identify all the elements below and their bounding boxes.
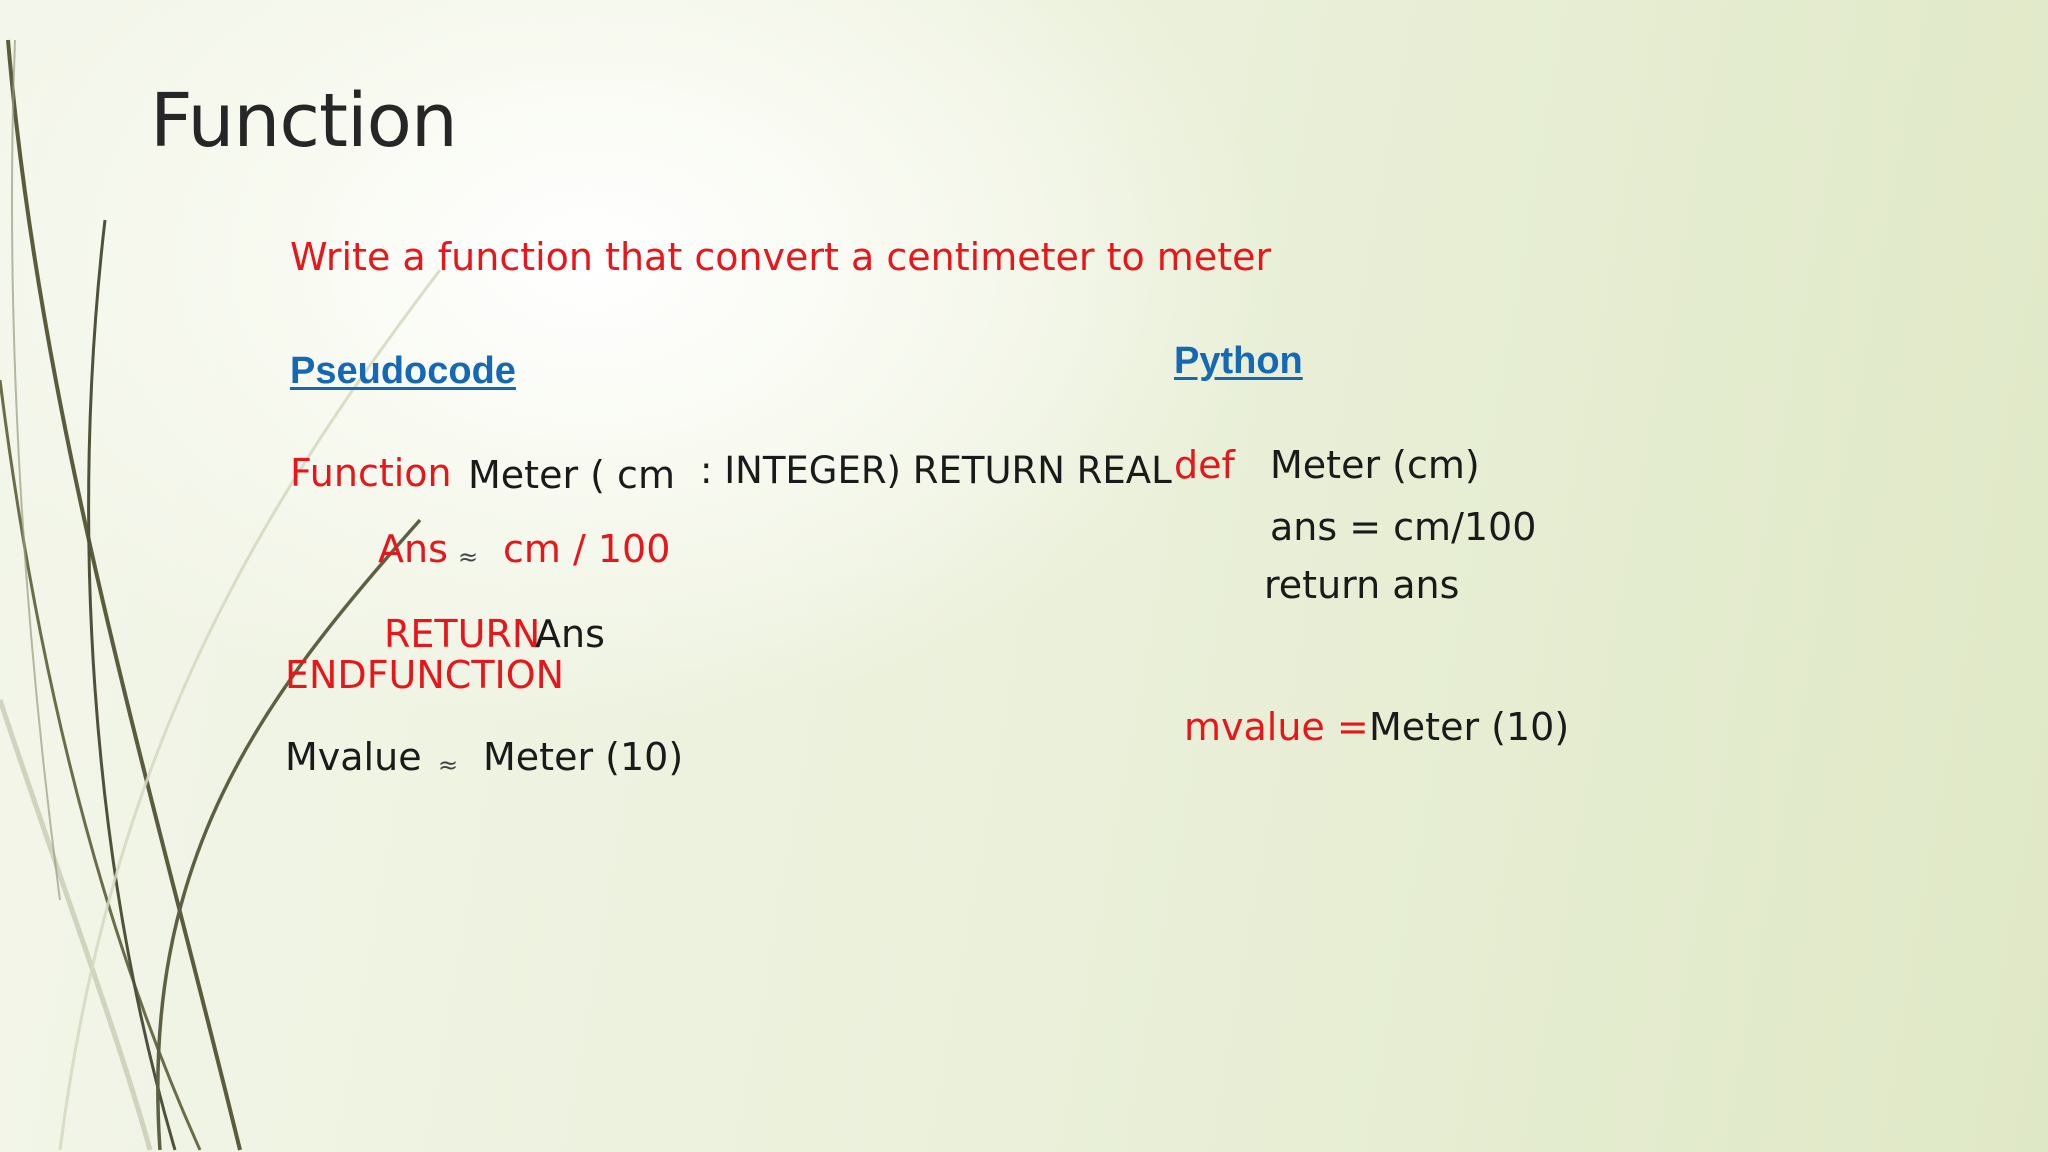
python-return-line: return ans: [1264, 563, 1460, 607]
pseudo-end-keyword: ENDFUNCTION: [285, 653, 565, 697]
python-assign-line: ans = cm/100: [1270, 505, 1537, 549]
python-call-expression: Meter (10): [1369, 705, 1570, 749]
grass-line-5: [0, 699, 153, 1151]
grass-line-6: [58, 269, 442, 1151]
python-def-keyword: def: [1174, 443, 1235, 487]
python-def-signature: Meter (cm): [1270, 443, 1480, 487]
grass-line-7: [11, 39, 61, 901]
slide-title: Function: [150, 78, 458, 164]
task-description: Write a function that convert a centimet…: [290, 235, 1272, 279]
python-call-variable: mvalue =: [1184, 705, 1369, 749]
pseudo-call-variable: Mvalue: [285, 735, 422, 779]
grass-line-1: [6, 39, 242, 1151]
pseudo-function-name: Meter ( cm: [468, 453, 675, 497]
pseudo-return-value: Ans: [535, 612, 605, 656]
pseudo-return-keyword: RETURN: [384, 612, 541, 656]
pseudo-assign-expression: cm / 100: [503, 527, 671, 571]
slide: Function Write a function that convert a…: [0, 0, 2048, 1152]
pseudocode-heading-link[interactable]: Pseudocode: [290, 352, 516, 390]
grass-line-2: [0, 379, 202, 1151]
pseudo-function-signature: : INTEGER) RETURN REAL: [700, 449, 1172, 492]
pseudo-call-expression: Meter (10): [483, 735, 684, 779]
decorative-grass-lines: [0, 39, 442, 1151]
pseudo-assign-variable: Ans: [378, 527, 448, 571]
pseudo-call-symbol: ≈: [438, 751, 459, 779]
pseudo-function-keyword: Function: [290, 451, 452, 495]
grass-line-3: [87, 219, 177, 1151]
pseudo-assign-symbol: ≈: [458, 543, 479, 571]
grass-line-4: [156, 518, 422, 1151]
python-heading-link[interactable]: Python: [1174, 342, 1303, 380]
